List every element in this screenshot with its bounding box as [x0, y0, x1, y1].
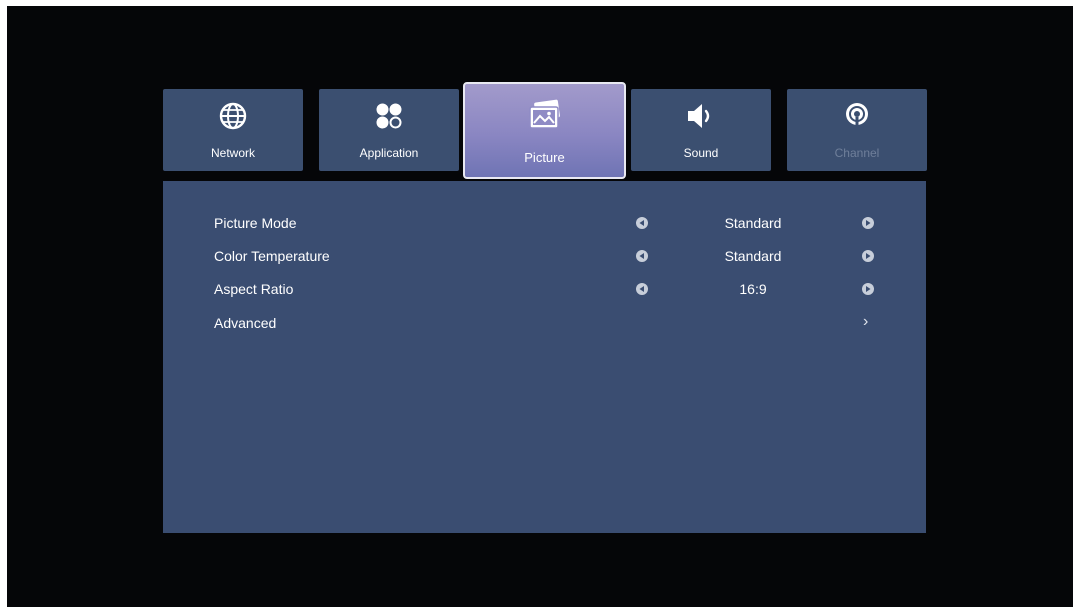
- setting-row-color-temperature[interactable]: Color Temperature Standard: [163, 245, 926, 269]
- tab-label: Channel: [834, 146, 880, 160]
- setting-value: Standard: [724, 248, 782, 264]
- apps-icon: [319, 101, 459, 131]
- tab-application[interactable]: Application: [319, 89, 459, 171]
- tab-sound[interactable]: Sound: [631, 89, 771, 171]
- globe-icon: [163, 101, 303, 131]
- setting-row-advanced[interactable]: Advanced ›: [163, 312, 926, 336]
- tab-label: Picture: [524, 150, 565, 165]
- arrow-left-icon[interactable]: [636, 217, 648, 229]
- tab-label: Application: [359, 146, 419, 160]
- setting-value: 16:9: [739, 281, 767, 297]
- settings-panel: Picture Mode Standard Color Temperature …: [163, 181, 926, 533]
- channel-icon: [787, 101, 927, 131]
- setting-row-picture-mode[interactable]: Picture Mode Standard: [163, 212, 926, 236]
- arrow-right-icon[interactable]: [862, 283, 874, 295]
- speaker-icon: [631, 101, 771, 131]
- setting-label: Aspect Ratio: [214, 281, 294, 297]
- arrow-right-icon[interactable]: [862, 250, 874, 262]
- tab-network[interactable]: Network: [163, 89, 303, 171]
- chevron-right-icon: ›: [863, 313, 869, 330]
- setting-label: Picture Mode: [214, 215, 297, 231]
- setting-row-aspect-ratio[interactable]: Aspect Ratio 16:9: [163, 278, 926, 302]
- tab-picture[interactable]: Picture: [463, 82, 626, 179]
- tab-label: Network: [210, 146, 255, 160]
- arrow-left-icon[interactable]: [636, 283, 648, 295]
- picture-icon: [465, 99, 624, 129]
- tab-channel[interactable]: Channel: [787, 89, 927, 171]
- setting-value: Standard: [724, 215, 782, 231]
- arrow-right-icon[interactable]: [862, 217, 874, 229]
- setting-label: Color Temperature: [214, 248, 330, 264]
- setting-label: Advanced: [214, 315, 277, 331]
- tab-label: Sound: [683, 146, 719, 160]
- arrow-left-icon[interactable]: [636, 250, 648, 262]
